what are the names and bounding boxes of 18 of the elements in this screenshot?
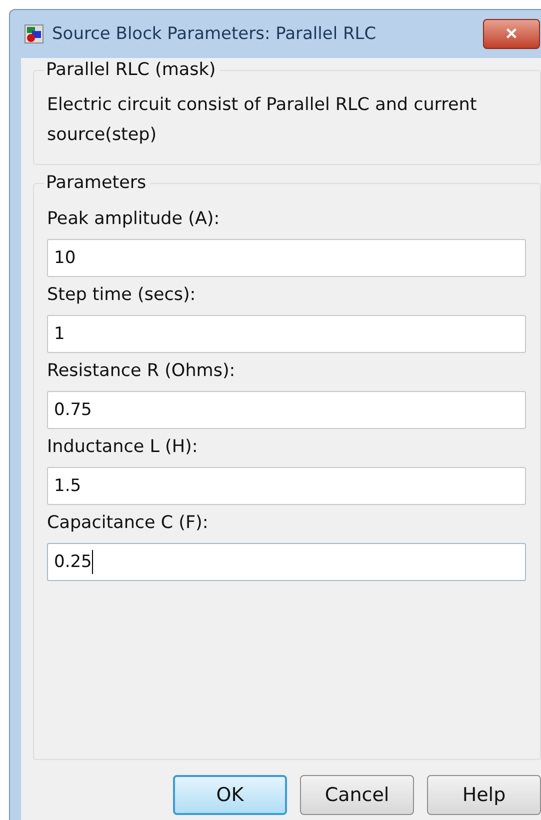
field-label: Capacitance C (F): — [47, 513, 210, 533]
field-label: Peak amplitude (A): — [47, 209, 221, 229]
block-diagram-icon — [24, 24, 44, 44]
cancel-button[interactable]: Cancel — [300, 775, 414, 815]
group-title: Parameters — [45, 173, 148, 193]
description-text: Electric circuit consist of Parallel RLC and current source(step) — [47, 94, 478, 147]
ok-button[interactable]: OK — [173, 775, 287, 815]
input-field[interactable]: 1.5 — [47, 467, 526, 505]
input-field[interactable]: 10 — [47, 239, 526, 277]
input-field[interactable]: 0.25 — [47, 543, 526, 581]
help-button[interactable]: Help — [427, 775, 541, 815]
window-title: Source Block Parameters: Parallel RLC — [52, 24, 376, 44]
input-field[interactable]: 0.75 — [47, 391, 526, 429]
field-label: Step time (secs): — [47, 285, 197, 305]
group-title: Parallel RLC (mask) — [45, 60, 217, 80]
field-label: Resistance R (Ohms): — [47, 361, 236, 381]
field-label: Inductance L (H): — [47, 437, 199, 457]
input-field[interactable]: 1 — [47, 315, 526, 353]
